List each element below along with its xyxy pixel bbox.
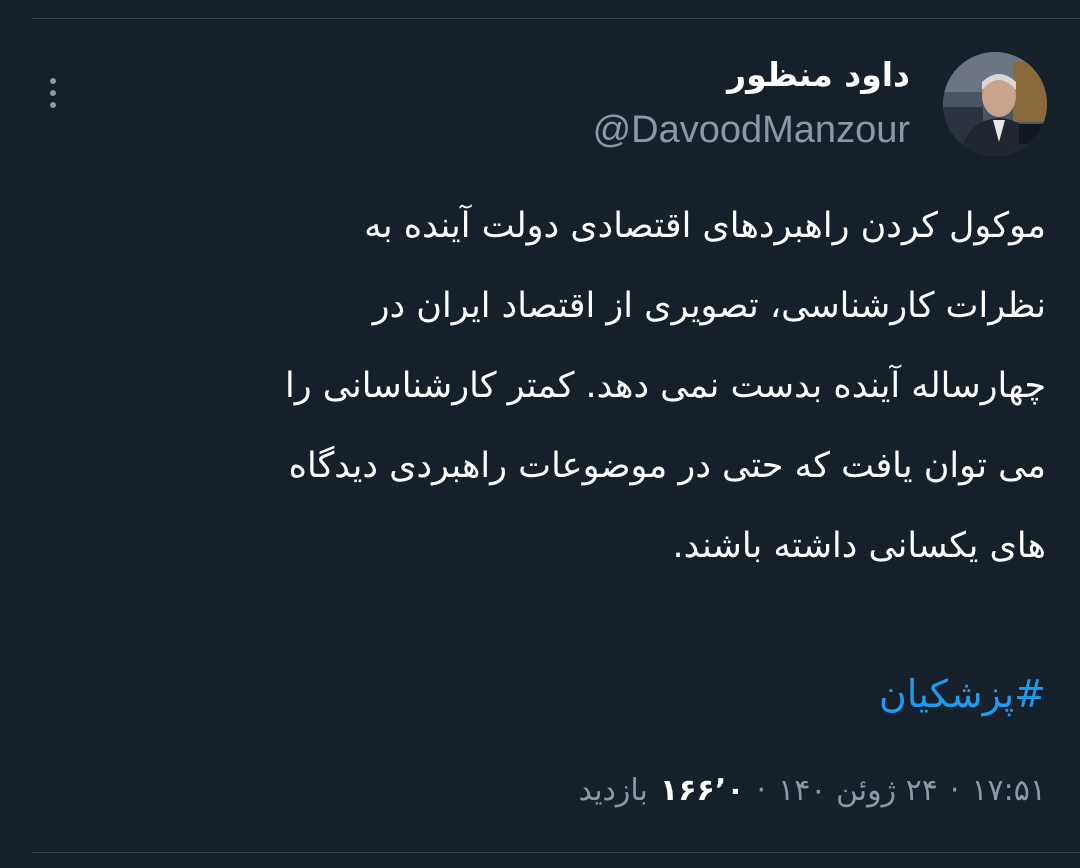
hashtag-link[interactable]: #پزشکیان xyxy=(879,664,1046,724)
avatar[interactable] xyxy=(943,52,1047,156)
views-count: ۱۶۶٬۰ xyxy=(659,773,745,808)
tweet-text-line: می توان یافت که حتی در موضوعات راهبردی د… xyxy=(288,446,1046,486)
bottom-divider xyxy=(32,852,1080,853)
more-vertical-icon xyxy=(50,78,56,84)
separator-dot: · xyxy=(949,773,960,808)
more-vertical-icon-dot xyxy=(50,102,56,108)
tweet-date[interactable]: ۲۴ ژوئن ۱۴۰ xyxy=(778,766,938,816)
top-divider xyxy=(32,18,1080,19)
tweet-time[interactable]: ۱۷:۵۱ xyxy=(971,766,1046,816)
tweet-text: موکول کردن راهبردهای اقتصادی دولت آینده … xyxy=(34,186,1046,586)
more-vertical-icon-dot xyxy=(50,90,56,96)
author-handle[interactable]: @DavoodManzour xyxy=(593,106,910,154)
tweet-text-line: نظرات کارشناسی، تصویری از اقتصاد ایران د… xyxy=(372,286,1046,326)
profile-photo-icon xyxy=(943,52,1047,156)
tweet-text-line: موکول کردن راهبردهای اقتصادی دولت آینده … xyxy=(364,206,1046,246)
tweet-text-line: چهارساله آینده بدست نمی دهد. کمتر کارشنا… xyxy=(285,366,1046,406)
tweet-metadata: ۱۷:۵۱ · ۲۴ ژوئن ۱۴۰ · ۱۶۶٬۰ بازدید xyxy=(578,766,1046,816)
more-options-button[interactable] xyxy=(38,70,68,116)
views-label: بازدید xyxy=(578,773,648,808)
tweet-text-line: های یکسانی داشته باشند. xyxy=(672,526,1046,566)
separator-dot: · xyxy=(756,773,767,808)
author-display-name[interactable]: داود منظور xyxy=(727,52,910,98)
